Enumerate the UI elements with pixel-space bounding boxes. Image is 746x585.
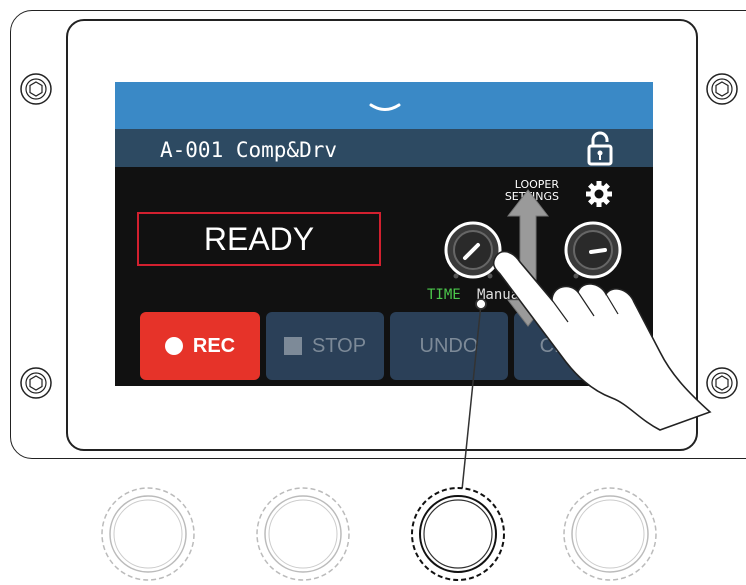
hand-pointer-icon — [492, 250, 712, 431]
footswitch-knob-1[interactable] — [100, 486, 196, 582]
footswitch-knob-3-active[interactable] — [410, 486, 506, 582]
footswitch-knob-4[interactable] — [562, 486, 658, 582]
footswitch-knob-2[interactable] — [255, 486, 351, 582]
